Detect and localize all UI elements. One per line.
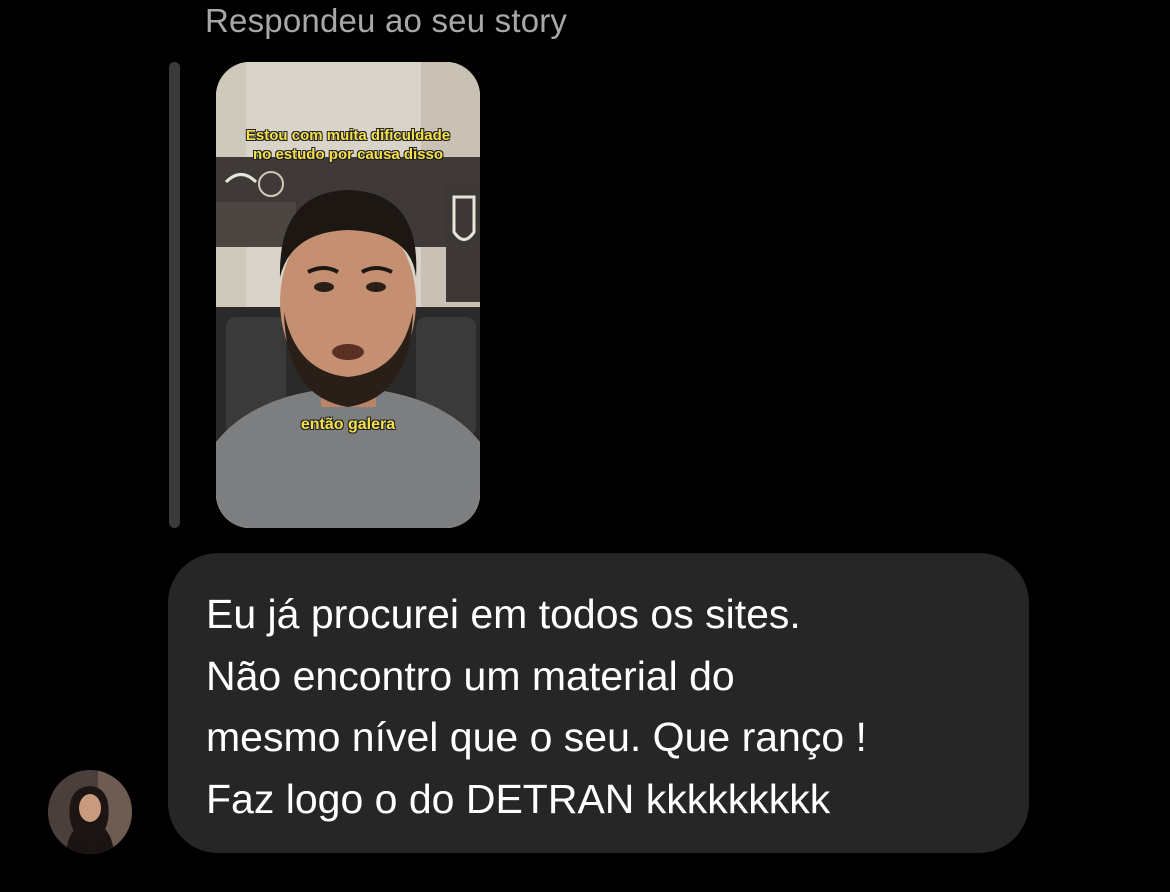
story-thumbnail[interactable]: Estou com muita dificuldade no estudo po…	[216, 62, 480, 528]
message-bubble[interactable]: Eu já procurei em todos os sites. Não en…	[168, 553, 1029, 853]
message-line-4: Faz logo o do DETRAN kkkkkkkkk	[206, 775, 831, 822]
story-caption-top: Estou com muita dificuldade no estudo po…	[216, 126, 480, 164]
message-line-2: Não encontro um material do	[206, 652, 735, 699]
story-caption-line1: Estou com muita dificuldade	[245, 127, 451, 144]
sender-avatar[interactable]	[48, 770, 132, 854]
message-line-3: mesmo nível que o seu. Que ranço !	[206, 714, 867, 760]
story-reply-caption: Respondeu ao seu story	[205, 2, 568, 39]
message-line-1: Eu já procurei em todos os sites.	[206, 591, 801, 637]
story-quote-bar	[169, 62, 180, 528]
story-caption-line2: no estudo por causa disso	[252, 146, 444, 163]
profile-photo-icon	[48, 770, 132, 854]
story-caption-bottom: então galera	[300, 416, 396, 433]
